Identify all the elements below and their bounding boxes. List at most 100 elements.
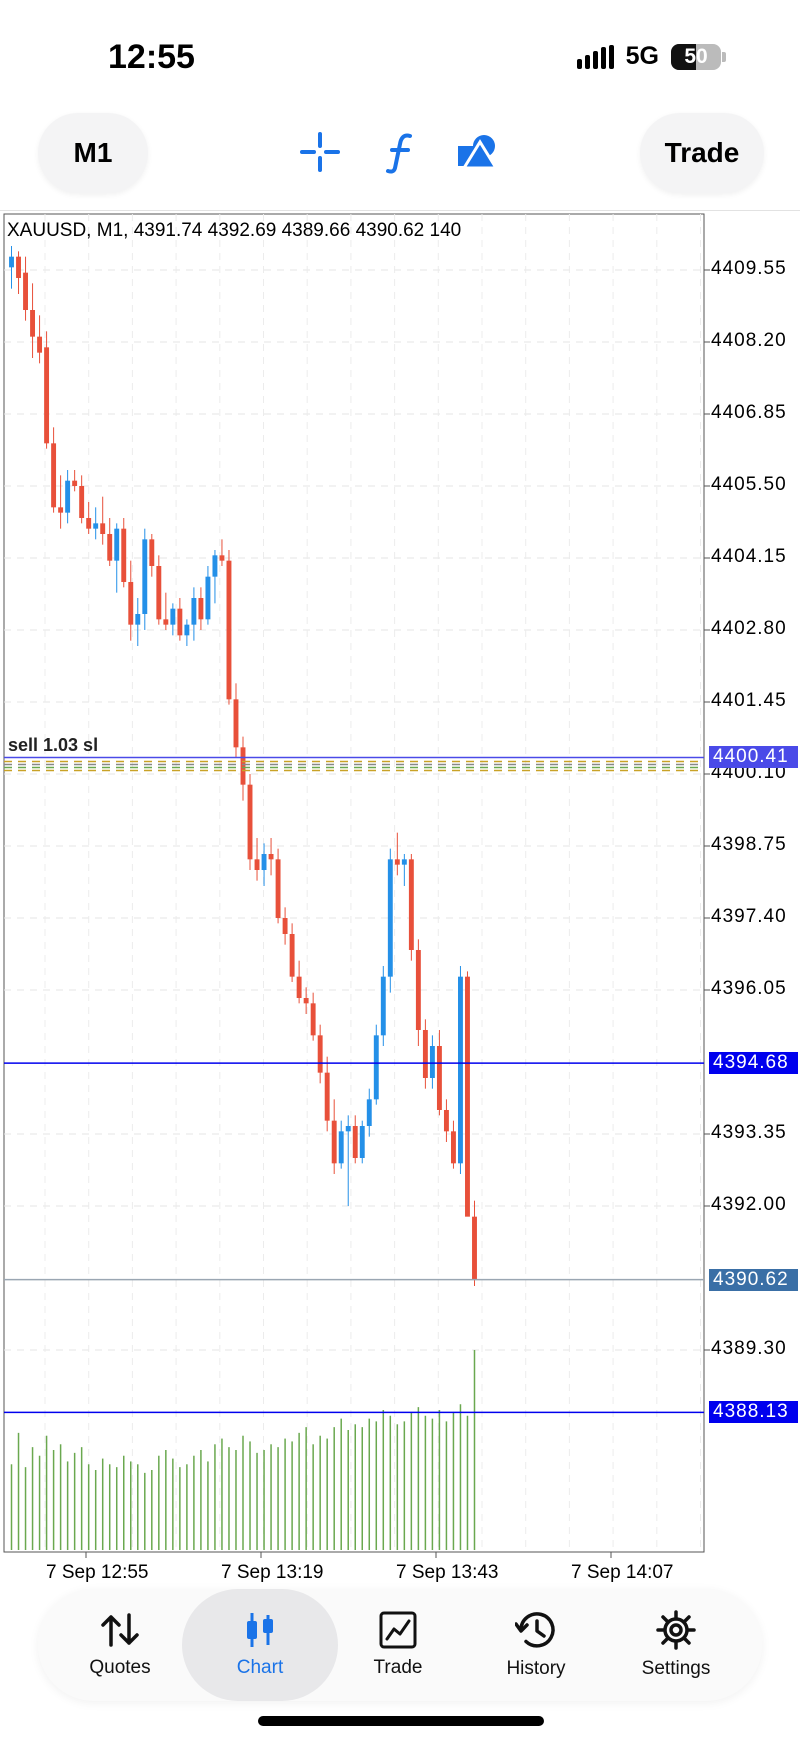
- candle-body: [443, 1110, 449, 1132]
- candle-body: [289, 934, 295, 977]
- price-chart[interactable]: XAUUSD, M1, 4391.74 4392.69 4389.66 4390…: [0, 212, 800, 1583]
- candle-body: [135, 614, 141, 625]
- trade-button[interactable]: Trade: [640, 113, 764, 193]
- price-tick: 4402.80: [711, 618, 787, 639]
- level-1-label: 4394.68: [709, 1052, 798, 1075]
- status-indicators: 5G 50: [576, 42, 726, 71]
- nav-trade[interactable]: Trade: [328, 1589, 468, 1701]
- price-tick: 4389.30: [711, 1338, 787, 1359]
- candle-body: [401, 859, 407, 865]
- price-tick: 4392.00: [711, 1194, 787, 1215]
- candle-body: [79, 486, 85, 518]
- bid-price-label: 4390.62: [709, 1268, 798, 1291]
- candle-body: [37, 336, 43, 353]
- price-tick: 4396.05: [711, 978, 787, 999]
- price-tick: 4398.75: [711, 834, 787, 855]
- quotes-arrows-icon: [101, 1613, 139, 1647]
- battery-tip: [722, 51, 726, 62]
- candle-body: [30, 310, 36, 337]
- price-tick: 4406.85: [711, 402, 787, 423]
- crosshair-icon[interactable]: [300, 130, 340, 174]
- candle-body: [65, 480, 71, 513]
- candle-body: [149, 539, 155, 566]
- price-tick: 4409.55: [711, 258, 787, 279]
- price-tick: 4397.40: [711, 906, 787, 927]
- candle-body: [275, 859, 281, 918]
- bottom-nav: Quotes Chart Trade History Settings: [38, 1589, 762, 1701]
- candle-body: [282, 918, 288, 934]
- price-tick: 4404.15: [711, 546, 787, 567]
- nav-label: Settings: [641, 1658, 711, 1679]
- nav-settings[interactable]: Settings: [606, 1589, 746, 1701]
- candle-body: [408, 859, 414, 950]
- candle-body: [212, 555, 218, 577]
- indicator-f-icon[interactable]: [380, 130, 420, 174]
- candle-body: [465, 976, 470, 1217]
- candle-body: [163, 619, 169, 625]
- candle-body: [156, 566, 162, 620]
- candle-body: [9, 256, 14, 268]
- time-tick: 7 Sep 14:07: [571, 1562, 674, 1583]
- candle-body: [268, 854, 274, 860]
- home-indicator: [258, 1716, 544, 1726]
- candle-body: [380, 976, 386, 1036]
- candle-body: [198, 598, 204, 620]
- chart-header: XAUUSD, M1, 4391.74 4392.69 4389.66 4390…: [7, 220, 462, 241]
- history-clock-icon: [515, 1612, 555, 1648]
- sell-level-label: 4400.41: [709, 746, 798, 769]
- nav-label: History: [506, 1658, 566, 1679]
- settings-gear-icon: [656, 1610, 696, 1650]
- timeframe-button[interactable]: M1: [38, 113, 148, 193]
- candle-body: [72, 480, 78, 486]
- candle-body: [436, 1046, 442, 1110]
- battery-icon: 50: [671, 43, 721, 70]
- nav-chart[interactable]: Chart: [182, 1589, 338, 1701]
- candle-body: [107, 534, 113, 561]
- candle-body: [142, 539, 148, 614]
- candle-body: [352, 1126, 358, 1158]
- candle-body: [296, 976, 302, 998]
- candle-body: [472, 1216, 477, 1280]
- candle-body: [58, 507, 64, 513]
- candle-body: [205, 576, 211, 620]
- candle-body: [345, 1126, 351, 1132]
- candle-body: [366, 1099, 372, 1126]
- candle-body: [86, 518, 92, 529]
- candle-body: [100, 523, 106, 534]
- toolbar-divider: [0, 210, 800, 211]
- network-type: 5G: [625, 42, 659, 70]
- candle-body: [387, 859, 393, 977]
- chart-canvas[interactable]: [0, 212, 800, 1570]
- level-2-label: 4388.13: [709, 1401, 798, 1424]
- time-tick: 7 Sep 13:43: [396, 1562, 499, 1583]
- candle-body: [359, 1126, 365, 1158]
- trade-chart-icon: [379, 1611, 417, 1649]
- candle-body: [429, 1046, 435, 1078]
- nav-history[interactable]: History: [466, 1589, 606, 1701]
- candle-body: [247, 784, 253, 860]
- objects-icon[interactable]: [456, 130, 498, 174]
- candle-body: [415, 950, 421, 1030]
- candle-body: [93, 523, 99, 529]
- nav-quotes[interactable]: Quotes: [50, 1589, 190, 1701]
- price-tick: 4408.20: [711, 330, 787, 351]
- time-tick: 7 Sep 13:19: [221, 1562, 324, 1583]
- candle-body: [317, 1035, 323, 1073]
- candle-body: [23, 272, 28, 310]
- candle-body: [310, 1003, 316, 1036]
- candle-body: [303, 998, 309, 1004]
- candle-body: [331, 1120, 337, 1164]
- candle-body: [373, 1035, 379, 1100]
- candle-body: [338, 1131, 344, 1164]
- candle-body: [114, 528, 120, 561]
- price-tick: 4401.45: [711, 690, 787, 711]
- candle-body: [240, 747, 246, 785]
- candle-body: [170, 608, 176, 625]
- candle-body: [128, 582, 134, 625]
- candle-body: [254, 859, 260, 870]
- nav-label: Trade: [373, 1657, 423, 1678]
- candle-body: [184, 624, 190, 636]
- candle-body: [324, 1072, 330, 1121]
- candle-body: [121, 528, 127, 582]
- order-label: sell 1.03 sl: [8, 735, 99, 756]
